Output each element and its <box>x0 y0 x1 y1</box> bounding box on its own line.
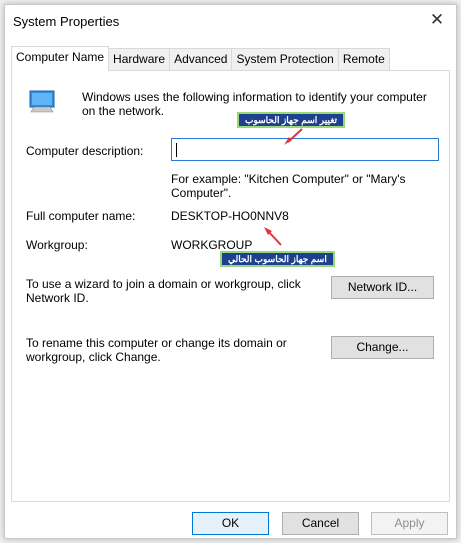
arrow-to-description-icon <box>284 128 303 145</box>
workgroup-label: Workgroup: <box>26 238 88 252</box>
text-caret <box>176 143 177 157</box>
window-title: System Properties <box>13 14 120 29</box>
system-properties-window: System Properties ✕ Computer Name Hardwa… <box>4 4 457 539</box>
tab-advanced[interactable]: Advanced <box>169 48 233 71</box>
cancel-button[interactable]: Cancel <box>282 512 359 535</box>
tab-remote[interactable]: Remote <box>337 48 390 71</box>
intro-line-1: Windows uses the following information t… <box>82 90 427 104</box>
change-button[interactable]: Change... <box>331 336 434 359</box>
example-line-1: For example: "Kitchen Computer" or "Mary… <box>171 172 406 186</box>
intro-line-2: on the network. <box>82 104 165 118</box>
current-name-annotation: اسم جهاز الحاسوب الحالي <box>220 251 335 267</box>
arrow-to-computer-name-icon <box>264 227 282 246</box>
workgroup-value: WORKGROUP <box>171 238 253 252</box>
title-bar: System Properties ✕ <box>5 5 456 39</box>
close-icon[interactable]: ✕ <box>426 9 448 31</box>
tab-system-protection[interactable]: System Protection <box>231 48 339 71</box>
tab-computer-name[interactable]: Computer Name <box>11 46 110 71</box>
dialog-footer: OK Cancel Apply <box>5 503 456 538</box>
computer-monitor-icon <box>29 90 55 113</box>
network-id-button[interactable]: Network ID... <box>331 276 434 299</box>
network-id-text-line-1: To use a wizard to join a domain or work… <box>26 277 301 291</box>
ok-button[interactable]: OK <box>192 512 269 535</box>
rename-text-line-1: To rename this computer or change its do… <box>26 336 287 350</box>
tab-strip: Computer Name Hardware Advanced System P… <box>11 46 390 71</box>
tab-hardware[interactable]: Hardware <box>108 48 171 71</box>
rename-text-line-2: workgroup, click Change. <box>26 350 161 364</box>
full-computer-name-label: Full computer name: <box>26 209 136 223</box>
apply-button[interactable]: Apply <box>371 512 448 535</box>
network-id-text-line-2: Network ID. <box>26 291 89 305</box>
full-computer-name-value: DESKTOP-HO0NNV8 <box>171 209 289 223</box>
example-line-2: Computer". <box>171 186 232 200</box>
computer-description-label: Computer description: <box>26 144 144 158</box>
computer-name-panel: Windows uses the following information t… <box>11 70 450 502</box>
